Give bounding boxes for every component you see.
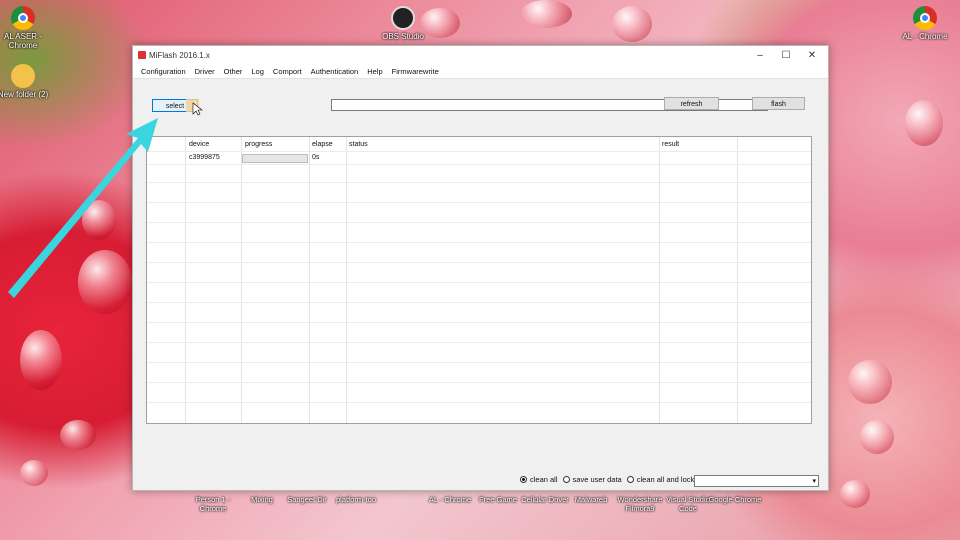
annotation-overlay: [8, 99, 203, 298]
pointer-arrow: [8, 118, 158, 298]
